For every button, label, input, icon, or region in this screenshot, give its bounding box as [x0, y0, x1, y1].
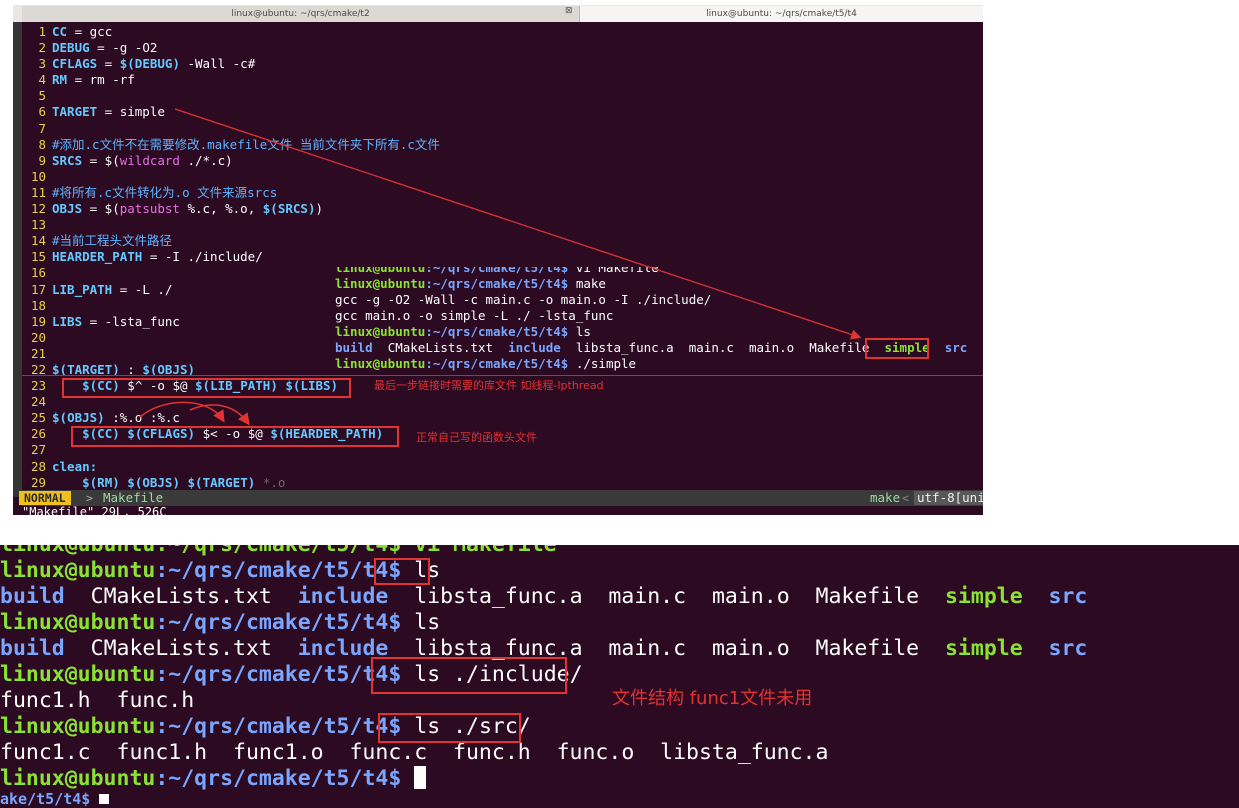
terminal-cursor: [414, 766, 427, 789]
ls-entry: main.o: [711, 636, 790, 661]
ls-entry: build: [0, 636, 65, 661]
ls-output: build CMakeLists.txt include libsta_func…: [0, 584, 1239, 610]
highlight-box-ls: [374, 558, 430, 585]
arrow-target-to-simple: [174, 108, 862, 340]
prompt-user: linux@ubuntu: [0, 662, 156, 687]
prompt-path: :~/qrs/cmake/t5/t4$: [155, 610, 402, 635]
terminal-cursor: [99, 794, 110, 804]
ls-entry: Makefile: [815, 584, 920, 609]
highlight-box-ls-src: [378, 713, 521, 743]
partial-top-line: linux@ubuntu:~/qrs/cmake/t5/t4$ vi Makef…: [0, 545, 557, 557]
ls-entry: build: [0, 584, 65, 609]
terminal-line: linux@ubuntu:~/qrs/cmake/t5/t4$ ls ./src…: [0, 714, 1239, 740]
ls-entry: Makefile: [815, 636, 920, 661]
prompt-user: linux@ubuntu: [0, 558, 156, 583]
vim-terminal-window: linux@ubuntu: ~/qrs/cmake/t2 ⊠ linux@ubu…: [13, 5, 983, 515]
ls-entry: src: [1048, 584, 1088, 609]
ls-entry: include: [297, 584, 389, 609]
partial-bottom-line: ake/t5/t4$: [0, 790, 91, 808]
highlight-box-ls-include: [371, 657, 567, 694]
annotation-arrows: [139, 108, 862, 426]
ls-entry: CMakeLists.txt: [90, 636, 272, 661]
ls-entry: libsta_func.a: [414, 584, 583, 609]
ls-entry: main.c: [608, 584, 687, 609]
ls-output: build CMakeLists.txt include libsta_func…: [0, 636, 1239, 662]
bottom-terminal[interactable]: linux@ubuntu:~/qrs/cmake/t5/t4$ vi Makef…: [0, 545, 1239, 808]
annotation-structure-note: 文件结构 func1文件未用: [612, 688, 813, 709]
terminal-line: linux@ubuntu:~/qrs/cmake/t5/t4$ ls: [0, 558, 1239, 584]
ls-entry: simple: [944, 636, 1023, 661]
prompt-user: linux@ubuntu: [0, 766, 156, 791]
ls-entry: src: [1048, 636, 1088, 661]
ls-entry: CMakeLists.txt: [90, 584, 272, 609]
terminal-line-partial: linux@ubuntu:~/qrs/cmake/t5/t4$ vi Makef…: [0, 545, 1239, 558]
terminal-line-partial: ake/t5/t4$: [0, 792, 1239, 807]
src-output: func1.c func1.h func1.o func.c func.h fu…: [0, 740, 829, 765]
prompt-path: :~/qrs/cmake/t5/t4$: [155, 558, 402, 583]
ls-entry: simple: [944, 584, 1023, 609]
prompt-path: :~/qrs/cmake/t5/t4$: [155, 714, 402, 739]
command-text: ls: [414, 610, 441, 635]
ls-entry: main.o: [711, 584, 790, 609]
terminal-line: linux@ubuntu:~/qrs/cmake/t5/t4$ ls: [0, 610, 1239, 636]
terminal-line: linux@ubuntu:~/qrs/cmake/t5/t4$: [0, 766, 1239, 792]
prompt-user: linux@ubuntu: [0, 610, 156, 635]
prompt-path: :~/qrs/cmake/t5/t4$: [155, 766, 402, 791]
prompt-user: linux@ubuntu: [0, 714, 156, 739]
prompt-path: :~/qrs/cmake/t5/t4$: [155, 662, 402, 687]
ls-entry: main.c: [608, 636, 687, 661]
